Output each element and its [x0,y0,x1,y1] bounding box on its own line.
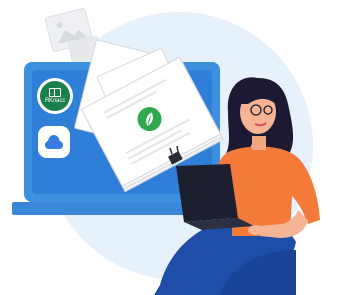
person-figure [154,77,320,295]
book-icon [49,87,61,97]
cloud-icon [45,135,63,149]
app-tile[interactable]: ЯКласс [37,78,73,114]
cloud-tile[interactable] [38,126,70,158]
small-laptop-screen [176,164,238,222]
illustration-canvas: ЯКласс [0,0,338,295]
app-tile-badge: ЯКласс [40,81,70,111]
app-tile-label: ЯКласс [44,97,66,104]
hand [248,225,264,235]
neck [252,136,266,150]
